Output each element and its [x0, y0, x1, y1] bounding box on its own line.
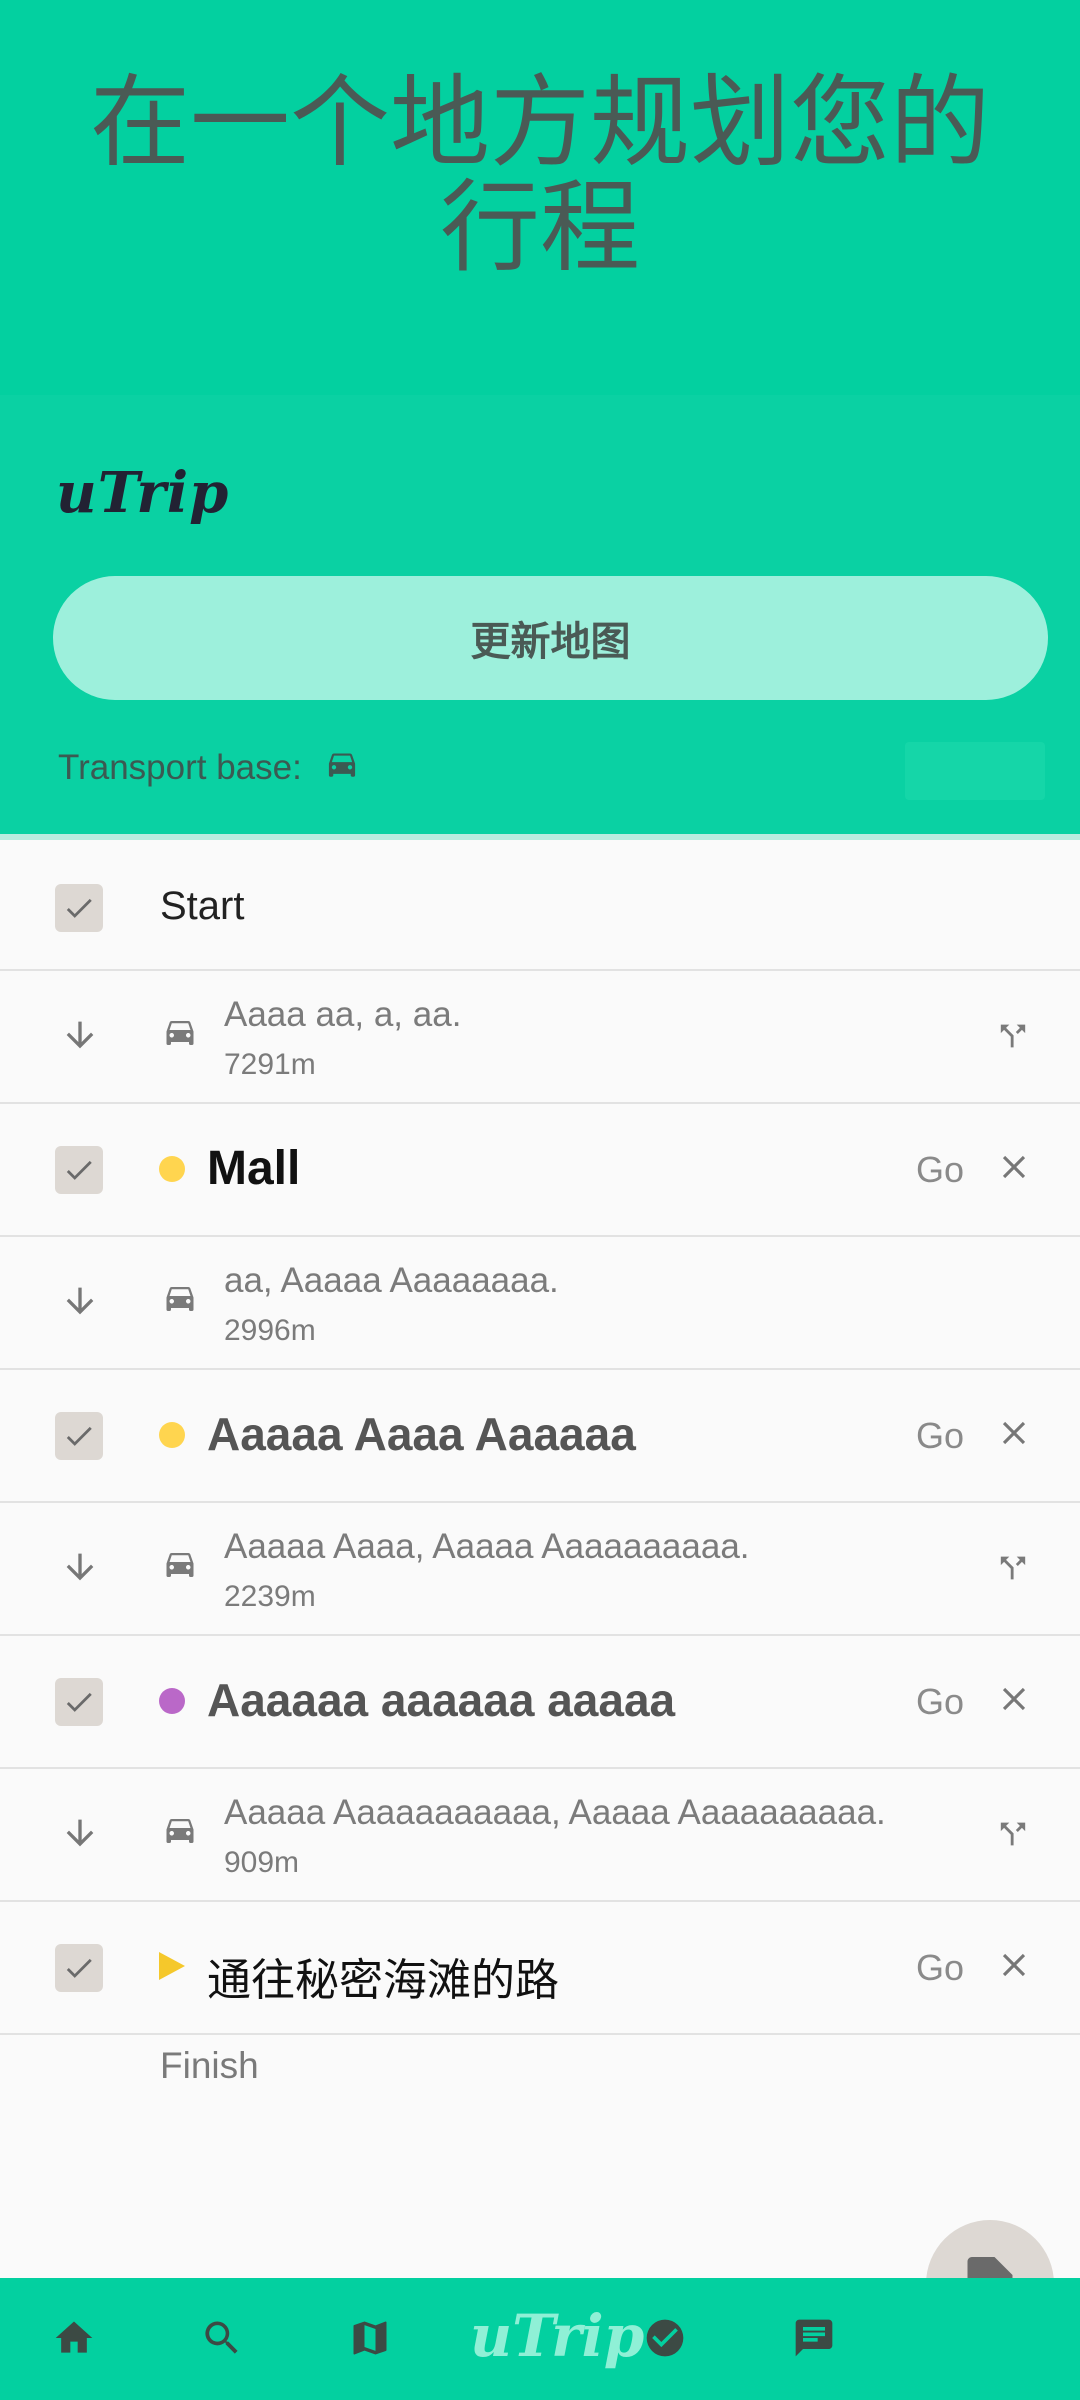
stop-row: Aaaaaa aaaaaa aaaaa Go: [0, 1636, 1080, 1769]
hero-title: 在一个地方规划您的行程: [90, 64, 990, 286]
hero-banner: 在一个地方规划您的行程: [0, 0, 1080, 395]
route-distance: 7291m: [224, 1048, 316, 1081]
route-distance: 909m: [224, 1846, 300, 1879]
close-icon[interactable]: [995, 1946, 1033, 1984]
stop-marker-dot: [159, 1688, 185, 1714]
route-description: Aaaaa Aaaaaaaaaaa, Aaaaa Aaaaaaaaaa.: [224, 1793, 886, 1832]
check-icon: [66, 1692, 92, 1712]
map-icon[interactable]: [348, 2316, 392, 2360]
car-icon: [166, 1819, 194, 1843]
route-row: Aaaa aa, a, aa. 7291m: [0, 971, 1080, 1104]
arrow-down-icon: [66, 1021, 94, 1049]
stop-checkbox[interactable]: [55, 1146, 103, 1194]
car-icon: [166, 1553, 194, 1577]
transport-label: Transport base:: [58, 748, 302, 787]
route-description: aa, Aaaaa Aaaaaaaa.: [224, 1261, 559, 1300]
start-label: Start: [160, 884, 245, 928]
nav-brand-logo[interactable]: uTrip: [470, 2302, 644, 2370]
stop-title[interactable]: 通往秘密海滩的路: [207, 1944, 559, 2008]
chat-icon[interactable]: [792, 2316, 836, 2360]
start-row: Start: [0, 842, 1080, 971]
destination-flag-icon: [159, 1952, 185, 1980]
finish-label: Finish: [160, 2045, 259, 2086]
stop-row: Mall Go: [0, 1104, 1080, 1237]
route-description: Aaaa aa, a, aa.: [224, 995, 462, 1034]
route-row: Aaaaa Aaaa, Aaaaa Aaaaaaaaaa. 2239m: [0, 1503, 1080, 1636]
check-icon: [66, 1958, 92, 1978]
stop-title[interactable]: Mall: [207, 1141, 300, 1196]
check-icon: [66, 1160, 92, 1180]
stop-checkbox[interactable]: [55, 1412, 103, 1460]
stop-row: Aaaaa Aaaa Aaaaaa Go: [0, 1370, 1080, 1503]
go-button[interactable]: Go: [916, 1947, 964, 1989]
route-distance: 2996m: [224, 1314, 316, 1347]
check-circle-icon[interactable]: [643, 2316, 687, 2360]
stop-marker-dot: [159, 1422, 185, 1448]
fork-icon[interactable]: [996, 1017, 1030, 1055]
route-description: Aaaaa Aaaa, Aaaaa Aaaaaaaaaa.: [224, 1527, 750, 1566]
stop-title[interactable]: Aaaaa Aaaa Aaaaaa: [207, 1407, 636, 1461]
brand-logo: uTrip: [56, 460, 230, 526]
go-button[interactable]: Go: [916, 1681, 964, 1723]
stop-checkbox[interactable]: [55, 1678, 103, 1726]
search-icon[interactable]: [200, 2316, 244, 2360]
itinerary-list: Start Aaaa aa, a, aa. 7291m Mall Go aa, …: [0, 842, 1080, 2035]
home-icon[interactable]: [52, 2316, 96, 2360]
arrow-down-icon: [66, 1287, 94, 1315]
transport-base: Transport base:: [58, 748, 360, 788]
arrow-down-icon: [66, 1819, 94, 1847]
close-icon[interactable]: [995, 1148, 1033, 1186]
arrow-down-icon: [66, 1553, 94, 1581]
stop-marker-dot: [159, 1156, 185, 1182]
route-row: Aaaaa Aaaaaaaaaaa, Aaaaa Aaaaaaaaaa. 909…: [0, 1769, 1080, 1902]
go-button[interactable]: Go: [916, 1415, 964, 1457]
divider: [0, 834, 1080, 840]
close-icon[interactable]: [995, 1414, 1033, 1452]
update-map-button[interactable]: 更新地图: [53, 576, 1048, 700]
transport-selector[interactable]: [905, 742, 1045, 800]
route-row: aa, Aaaaa Aaaaaaaa. 2996m: [0, 1237, 1080, 1370]
stop-row: 通往秘密海滩的路 Go: [0, 1902, 1080, 2035]
car-icon: [166, 1287, 194, 1311]
check-icon: [66, 898, 92, 918]
car-icon: [166, 1021, 194, 1045]
fork-icon[interactable]: [996, 1815, 1030, 1853]
stop-title[interactable]: Aaaaaa aaaaaa aaaaa: [207, 1673, 675, 1727]
stop-checkbox[interactable]: [55, 1944, 103, 1992]
car-icon[interactable]: [324, 752, 360, 784]
close-icon[interactable]: [995, 1680, 1033, 1718]
bottom-navigation: uTrip: [0, 2278, 1080, 2400]
go-button[interactable]: Go: [916, 1149, 964, 1191]
start-checkbox[interactable]: [55, 884, 103, 932]
route-distance: 2239m: [224, 1580, 316, 1613]
fork-icon[interactable]: [996, 1549, 1030, 1587]
check-icon: [66, 1426, 92, 1446]
